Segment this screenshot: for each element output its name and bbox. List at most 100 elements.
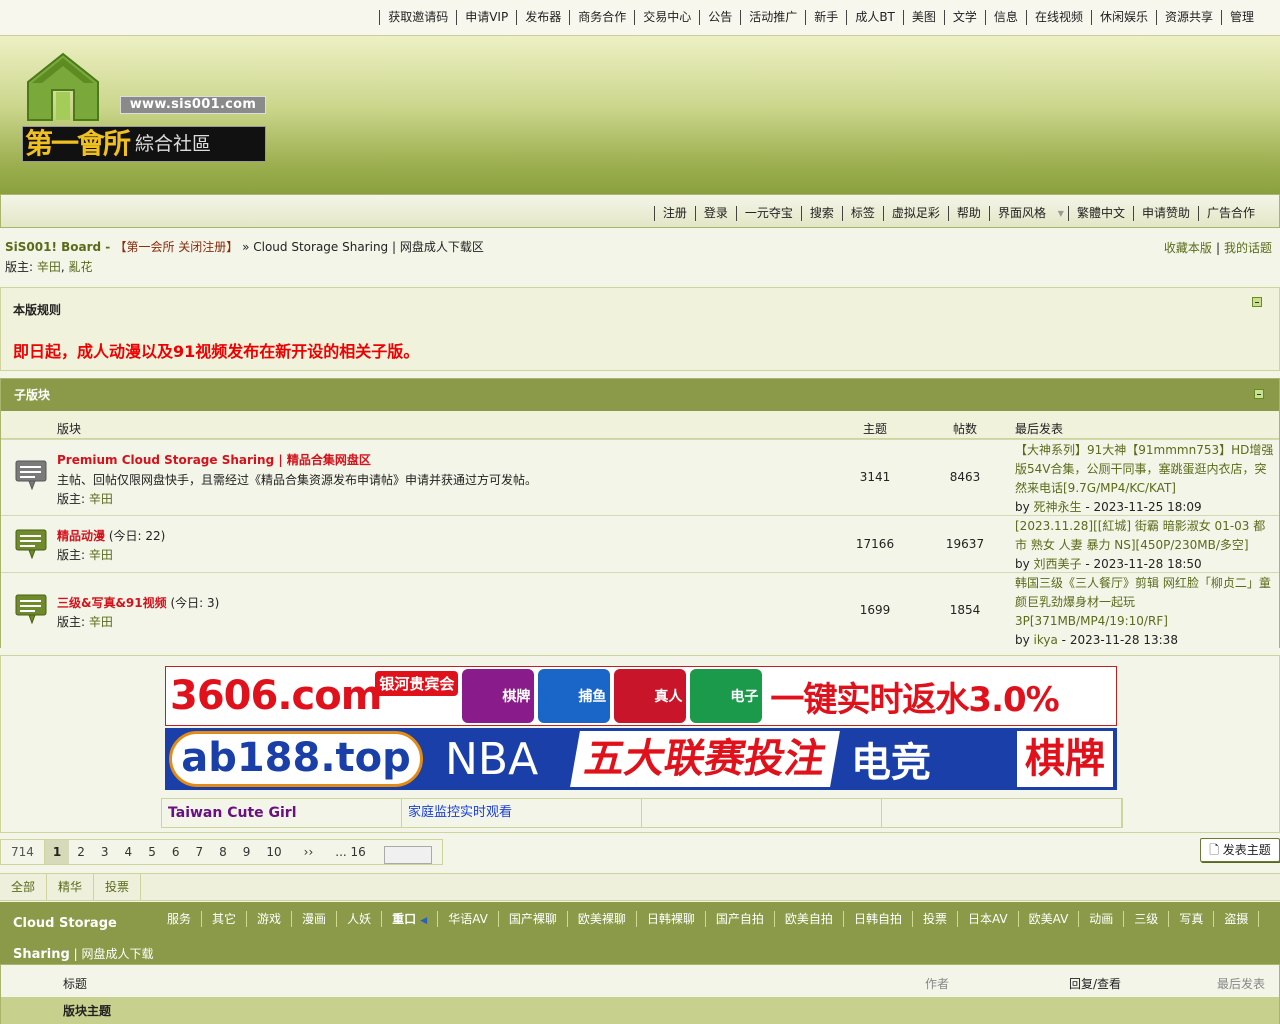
collapse-icon[interactable] (1252, 297, 1262, 307)
top-link-vip[interactable]: 申请VIP (456, 10, 516, 25)
logo-small-text: 綜合社區 (135, 133, 212, 155)
type-item[interactable]: 欧美AV (1019, 911, 1080, 927)
forum-bubble-icon (15, 529, 47, 559)
page-link[interactable]: 9 (235, 840, 259, 864)
nav-style-dropdown[interactable]: 界面风格 ▼ (988, 206, 1068, 221)
type-item[interactable]: 游戏 (247, 911, 293, 927)
nav-traditional-chinese[interactable]: 繁體中文 (1067, 206, 1133, 221)
last-post-title-link[interactable]: [2023.11.28][[紅城] 街霸 暗影淑女 01-03 都市 熟女 人妻… (1015, 519, 1265, 552)
col-last-post[interactable]: 最后发表 (1217, 975, 1265, 992)
page-link[interactable]: 3 (93, 840, 117, 864)
type-item[interactable]: 服务 (157, 911, 203, 927)
top-link-announce[interactable]: 公告 (699, 10, 740, 25)
top-link-business[interactable]: 商务合作 (569, 10, 634, 25)
type-item[interactable]: 华语AV (438, 911, 499, 927)
page-link[interactable]: 5 (140, 840, 164, 864)
favorite-forum-link[interactable]: 收藏本版 (1164, 241, 1212, 255)
type-item[interactable]: 欧美裸聊 (568, 911, 637, 927)
nav-virtual-football[interactable]: 虚拟足彩 (882, 206, 948, 221)
type-item[interactable]: 投票 (913, 911, 958, 927)
filter-tab-digest[interactable]: 精华 (47, 874, 95, 900)
page-link[interactable]: 7 (187, 840, 211, 864)
ad-text-link[interactable] (882, 799, 1122, 827)
top-link-publisher[interactable]: 发布器 (516, 10, 569, 25)
type-item[interactable]: 欧美自拍 (775, 911, 844, 927)
type-item[interactable]: 其它 (202, 911, 248, 927)
subforum-name-link[interactable]: 精品动漫 (57, 529, 105, 543)
page-link[interactable]: 6 (164, 840, 188, 864)
page-last[interactable]: ... 16 (327, 840, 374, 864)
type-item[interactable]: 盗摄 (1214, 911, 1260, 927)
filter-tab-all[interactable]: 全部 (0, 874, 48, 900)
col-replies[interactable]: 回复/查看 (1069, 975, 1121, 992)
breadcrumb-section[interactable]: 【第一会所 关闭注册】 (114, 240, 238, 254)
page-link[interactable]: 10 (258, 840, 289, 864)
top-link-admin[interactable]: 管理 (1220, 10, 1262, 25)
moderator-link[interactable]: 辛田 (89, 492, 113, 506)
subforum-name-link[interactable]: 三级&写真&91视频 (57, 596, 167, 610)
last-post-title-link[interactable]: 【大神系列】91大神【91mmmn753】HD增强版54V合集，公厕干同事，塞跳… (1015, 443, 1273, 495)
subforum-posts: 19637 (945, 537, 985, 551)
ad-text-link[interactable]: 家庭监控实时观看 (402, 799, 642, 827)
moderator-link[interactable]: 辛田 (37, 260, 61, 274)
type-item[interactable]: 漫画 (292, 911, 338, 927)
breadcrumb-site[interactable]: SiS001! Board (5, 240, 101, 254)
my-threads-link[interactable]: 我的话题 (1224, 241, 1272, 255)
page-link[interactable]: 4 (117, 840, 141, 864)
subforum-name-link[interactable]: Premium Cloud Storage Sharing | 精品合集网盘区 (57, 451, 371, 468)
top-link-video[interactable]: 在线视频 (1025, 10, 1091, 25)
type-item[interactable]: 国产裸聊 (499, 911, 568, 927)
top-link-newbie[interactable]: 新手 (805, 10, 846, 25)
last-post-title-link[interactable]: 韩国三级《三人餐厅》剪辑 网红脸「柳贞二」童颜巨乳劲爆身材一起玩3P[371MB… (1015, 576, 1271, 628)
nav-register[interactable]: 注册 (653, 206, 695, 221)
top-link-info[interactable]: 信息 (984, 10, 1026, 25)
last-post-author-link[interactable]: 刘西美子 (1034, 557, 1082, 571)
ad-banner-3606[interactable]: 3606.com 银河贵宾会 棋牌 捕鱼 真人 电子 一键实时返水3.0% (165, 666, 1117, 726)
type-item[interactable]: 日韩裸聊 (637, 911, 706, 927)
page-link[interactable]: 2 (69, 840, 93, 864)
logo-title-box: 第一會所 綜合社區 (22, 126, 266, 162)
moderator-link[interactable]: 辛田 (89, 548, 113, 562)
type-item[interactable]: 动画 (1079, 911, 1125, 927)
top-link-literature[interactable]: 文学 (943, 10, 985, 25)
top-link-pics[interactable]: 美图 (902, 10, 944, 25)
top-link-leisure[interactable]: 休闲娱乐 (1090, 10, 1156, 25)
top-link-trade[interactable]: 交易中心 (634, 10, 699, 25)
subforum-last-post: 【大神系列】91大神【91mmmn753】HD增强版54V合集，公厕干同事，塞跳… (1015, 441, 1277, 517)
collapse-icon[interactable] (1254, 389, 1264, 399)
new-post-button[interactable]: 🗋 发表主题 (1200, 838, 1280, 862)
top-link-invite[interactable]: 获取邀请码 (379, 10, 456, 25)
last-post-author-link[interactable]: 死神永生 (1034, 500, 1082, 514)
type-item[interactable]: 三级 (1124, 911, 1170, 927)
type-item-active[interactable]: 重口 ◀ (382, 911, 439, 927)
col-author[interactable]: 作者 (925, 975, 949, 992)
nav-lottery[interactable]: 一元夺宝 (735, 206, 801, 221)
type-item[interactable]: 写真 (1169, 911, 1215, 927)
moderator-link[interactable]: 亂花 (69, 260, 93, 274)
nav-sponsor[interactable]: 申请赞助 (1132, 206, 1198, 221)
last-post-author-link[interactable]: ikya (1034, 633, 1058, 647)
moderator-link[interactable]: 辛田 (89, 615, 113, 629)
page-next[interactable]: ›› (290, 840, 328, 864)
site-logo[interactable]: www.sis001.com 第一會所 綜合社區 (22, 50, 268, 166)
filter-tab-poll[interactable]: 投票 (94, 874, 142, 900)
type-item[interactable]: 国产自拍 (706, 911, 775, 927)
nav-ads[interactable]: 广告合作 (1197, 206, 1263, 221)
page-jump-input[interactable] (383, 845, 432, 864)
top-link-events[interactable]: 活动推广 (740, 10, 805, 25)
type-item[interactable]: 人妖 (337, 911, 383, 927)
type-item[interactable]: 日韩自拍 (844, 911, 913, 927)
page-link[interactable]: 8 (211, 840, 235, 864)
nav-search[interactable]: 搜索 (800, 206, 842, 221)
type-item[interactable]: 日本AV (958, 911, 1019, 927)
nav-login[interactable]: 登录 (694, 206, 736, 221)
ad-banner-ab188[interactable]: ab188.top NBA 五大联赛投注 电竞 棋牌 (165, 728, 1117, 790)
ad-text-link[interactable] (642, 799, 882, 827)
nav-tags[interactable]: 标签 (841, 206, 883, 221)
page-current: 1 (44, 840, 70, 864)
top-link-share[interactable]: 资源共享 (1155, 10, 1221, 25)
nav-help[interactable]: 帮助 (947, 206, 989, 221)
subforum-title-line: 三级&写真&91视频 (今日: 3) (57, 594, 219, 611)
top-link-bt[interactable]: 成人BT (846, 10, 903, 25)
ad-text-link[interactable]: Taiwan Cute Girl (162, 799, 402, 827)
